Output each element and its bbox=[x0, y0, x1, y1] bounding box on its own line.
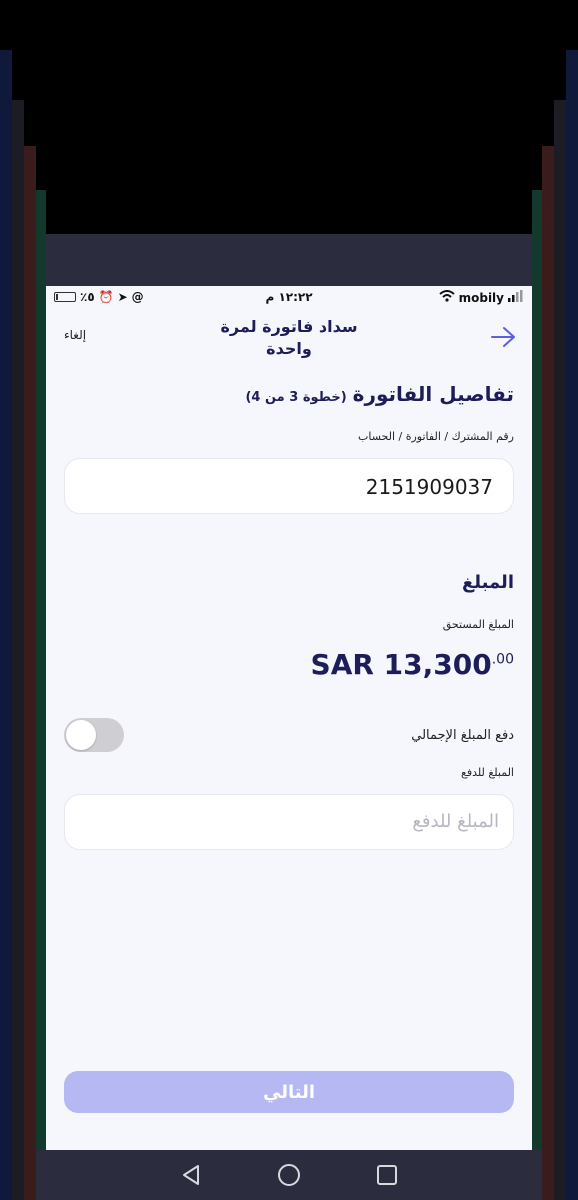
signal-icon bbox=[508, 290, 524, 305]
account-label: رقم المشترك / الفاتورة / الحساب bbox=[358, 430, 514, 443]
pay-total-toggle[interactable] bbox=[64, 718, 124, 752]
status-right: mobily bbox=[438, 290, 524, 305]
pay-total-label: دفع المبلغ الإجمالي bbox=[411, 728, 514, 743]
due-amount-label: المبلغ المستحق bbox=[442, 618, 514, 631]
due-amount-decimals: .00 bbox=[491, 651, 514, 668]
step-indicator: (خطوة 3 من 4) bbox=[245, 390, 347, 405]
app-screen: ٪٥ ⏰ ➤ @ ١٢:٢٢ م mobily إلغاء سداد فاتور… bbox=[46, 286, 532, 1150]
recents-icon[interactable] bbox=[376, 1164, 398, 1186]
section-title: تفاصيل الفاتورة (خطوة 3 من 4) bbox=[245, 382, 514, 406]
back-arrow-icon[interactable] bbox=[490, 326, 516, 352]
edge-right-2 bbox=[554, 100, 566, 1200]
edge-left-1 bbox=[0, 50, 12, 1200]
home-icon[interactable] bbox=[276, 1162, 302, 1188]
edge-left-2 bbox=[12, 100, 24, 1200]
edge-right-3 bbox=[542, 146, 554, 1200]
account-value: 2151909037 bbox=[365, 475, 493, 499]
section-title-text: تفاصيل الفاتورة bbox=[352, 382, 514, 406]
back-icon[interactable] bbox=[180, 1163, 202, 1187]
due-amount: SAR 13,300.00 bbox=[311, 648, 514, 681]
edge-left-4 bbox=[36, 190, 46, 1200]
toggle-knob bbox=[66, 720, 96, 750]
app-top-bar bbox=[46, 234, 532, 286]
account-field[interactable]: 2151909037 bbox=[64, 458, 514, 514]
amount-section-title: المبلغ bbox=[462, 572, 514, 593]
header: إلغاء سداد فاتورة لمرة واحدة bbox=[46, 314, 532, 366]
edge-right-1 bbox=[566, 50, 578, 1200]
system-nav-bar bbox=[36, 1150, 542, 1200]
page-title: سداد فاتورة لمرة واحدة bbox=[220, 317, 358, 358]
pay-amount-label: المبلغ للدفع bbox=[461, 766, 514, 779]
wifi-icon bbox=[438, 290, 455, 305]
edge-right-4 bbox=[532, 190, 542, 1200]
due-amount-value: SAR 13,300 bbox=[310, 648, 492, 681]
carrier-name: mobily bbox=[458, 290, 504, 305]
next-button[interactable]: التالي bbox=[64, 1071, 514, 1113]
cancel-button[interactable]: إلغاء bbox=[64, 328, 86, 342]
status-bar: ٪٥ ⏰ ➤ @ ١٢:٢٢ م mobily bbox=[46, 286, 532, 308]
pay-amount-input[interactable]: المبلغ للدفع bbox=[64, 794, 514, 850]
edge-left-3 bbox=[24, 146, 36, 1200]
pay-amount-placeholder: المبلغ للدفع bbox=[412, 811, 499, 832]
